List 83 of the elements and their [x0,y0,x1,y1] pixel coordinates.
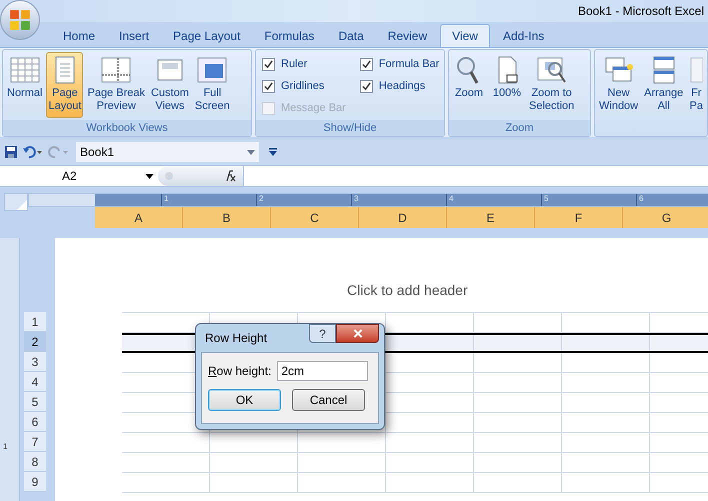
row-header[interactable]: 3 [24,352,46,372]
save-icon[interactable] [4,145,18,159]
group-title: Workbook Views [86,120,168,136]
office-button[interactable] [0,0,40,40]
ribbon-button[interactable]: Arrange All [642,52,686,118]
page-break-icon [100,55,132,85]
ribbon-button[interactable]: Page Break Preview [85,52,147,118]
help-button[interactable]: ? [309,324,336,343]
ruler-mark: 5 [544,194,548,204]
dialog-title: Row Height [204,330,268,347]
close-button[interactable] [336,324,379,343]
column-header[interactable]: A [95,207,183,228]
ruler-mark: 2 [259,194,264,204]
triangle-icon [17,200,27,210]
zoom-selection-icon [536,55,568,85]
undo-icon[interactable] [22,145,44,159]
ribbon-button[interactable]: 100% [489,52,525,118]
column-header[interactable]: D [359,207,447,228]
ribbon-tab[interactable]: Page Layout [162,24,252,47]
ribbon-button[interactable]: Custom Views [148,52,191,118]
customize-arrow-icon[interactable] [269,148,277,156]
checkmark-icon [264,82,273,91]
ribbon-tab[interactable]: Home [52,24,106,47]
group-title: Zoom [505,120,534,136]
row-header[interactable]: 1 [24,312,46,332]
ribbon-tab[interactable]: Insert [108,24,160,47]
column-header[interactable]: B [183,207,271,228]
checkbox-label: Gridlines [281,79,324,94]
row-header[interactable]: 8 [24,452,46,472]
dialog-button[interactable]: Cancel [292,389,365,411]
field-label: Row height: [208,363,272,380]
ribbon-tab[interactable]: Formulas [253,24,326,47]
ruler-mark: 1 [2,442,8,451]
logo-icon [9,9,31,31]
checkbox[interactable] [360,58,373,70]
column-header[interactable]: C [271,207,359,228]
checkbox-label: Headings [378,79,426,94]
ruler-mark: 3 [354,194,358,204]
window-title: Book1 - Microsoft Excel [578,3,705,20]
row-header[interactable]: 2 [24,332,46,352]
checkbox[interactable] [262,58,275,70]
circle-icon [164,171,174,181]
ribbon-button[interactable]: Zoom to Selection [527,52,576,118]
row-header[interactable]: 4 [24,372,46,392]
checkmark-icon [362,60,371,68]
checkmark-icon [264,60,273,68]
column-header[interactable]: G [623,207,708,228]
screen-icon [196,55,228,85]
checkbox-label: Formula Bar [378,56,440,72]
column-header[interactable]: F [535,207,623,228]
ribbon-button[interactable]: New Window [597,52,640,118]
row-header[interactable]: 7 [24,432,46,452]
ribbon-button[interactable]: Fr Pa [687,52,706,118]
group-title: Show/Hide [323,120,377,136]
ribbon-tab[interactable]: Review [376,24,438,47]
ribbon-tab[interactable]: View [440,24,490,47]
ribbon-tab[interactable]: Add-Ins [492,24,556,47]
checkbox-label: Message Bar [281,101,346,116]
checkbox[interactable] [360,80,373,93]
workbook-combo[interactable]: Book1 [76,142,259,162]
grid-icon [8,55,41,85]
header-placeholder[interactable]: Click to add header [347,280,468,300]
ribbon-tab[interactable]: Data [327,24,375,47]
ribbon-button[interactable]: Normal [5,52,44,118]
dropdown-arrow-icon [145,174,154,178]
row-header[interactable]: 5 [24,392,46,412]
dropdown-arrow-icon [247,150,255,154]
row-header[interactable]: 6 [24,412,46,432]
checkbox[interactable] [262,80,275,93]
panes-icon [689,55,704,85]
ribbon-button[interactable]: Zoom [451,52,487,118]
dialog-button[interactable]: OK [208,389,281,411]
ruler-mark: 6 [639,194,644,204]
row-height-input[interactable]: 2cm [277,361,368,381]
ribbon-button[interactable]: Full Screen [192,52,232,118]
row-header[interactable]: 9 [24,472,46,492]
ruler-mark: 4 [449,194,454,204]
close-icon [352,329,362,338]
column-header[interactable]: E [447,207,535,228]
checkmark-icon [362,82,371,91]
ribbon-button[interactable]: Page Layout [46,52,84,118]
checkbox-label: Ruler [281,56,308,72]
ruler-mark: 1 [164,194,168,204]
